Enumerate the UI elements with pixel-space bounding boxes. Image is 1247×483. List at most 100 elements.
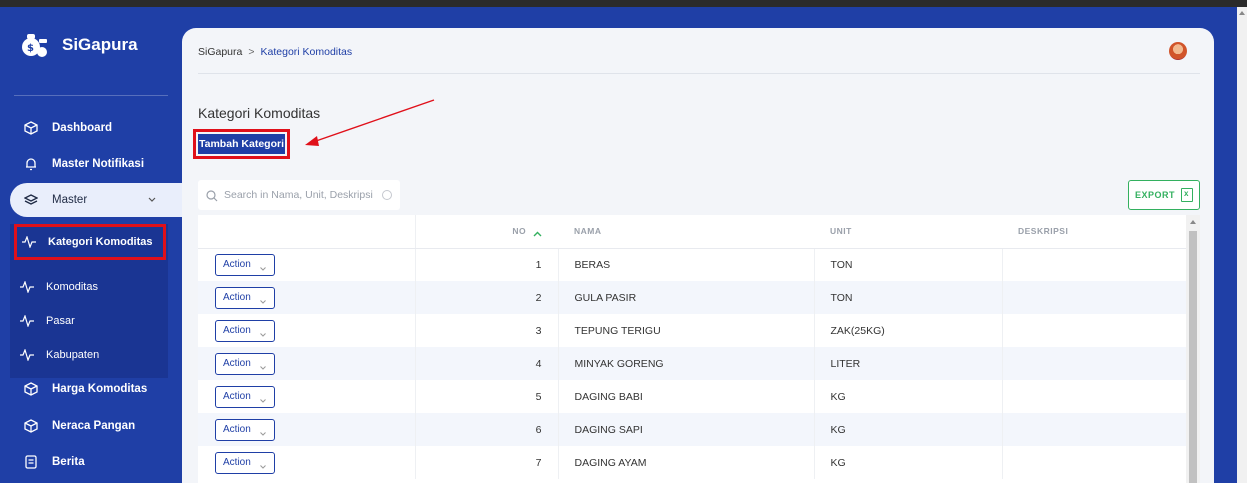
- column-header-action: [198, 215, 416, 249]
- action-cell: Action: [198, 413, 416, 446]
- breadcrumb-current[interactable]: Kategori Komoditas: [261, 46, 353, 58]
- action-label: Action: [223, 358, 251, 369]
- cell-nama: GULA PASIR: [558, 281, 815, 314]
- data-table: NO NAMA UNIT DESKRIPSI Action 1 BERAS TO…: [198, 215, 1200, 483]
- cell-nama: TEPUNG TERIGU: [558, 314, 815, 347]
- sidebar-item-label: Neraca Pangan: [52, 420, 136, 432]
- export-button[interactable]: EXPORT x: [1128, 180, 1200, 210]
- cell-nama: MINYAK GORENG: [558, 347, 815, 380]
- header-divider: [198, 73, 1200, 74]
- cell-unit: TON: [814, 281, 1003, 314]
- cube-icon: [24, 121, 38, 135]
- layers-icon: [23, 193, 39, 207]
- sidebar-subitem-pasar[interactable]: Pasar: [20, 310, 75, 332]
- avatar[interactable]: [1169, 42, 1187, 60]
- cell-nama: BERAS: [558, 248, 815, 281]
- action-dropdown-button[interactable]: Action: [215, 352, 275, 375]
- cell-deskripsi: [1002, 413, 1186, 446]
- cell-unit: KG: [814, 446, 1003, 479]
- search-box[interactable]: [198, 180, 400, 210]
- main-content: SiGapura > Kategori Komoditas Kategori K…: [182, 28, 1214, 483]
- sort-ascending-icon[interactable]: [533, 229, 542, 237]
- column-header-nama[interactable]: NAMA: [558, 215, 814, 249]
- sidebar-item-harga-komoditas[interactable]: Harga Komoditas: [24, 378, 147, 400]
- cell-no: 4: [415, 347, 559, 380]
- action-dropdown-button[interactable]: Action: [215, 418, 275, 441]
- sidebar-subitem-komoditas[interactable]: Komoditas: [20, 276, 98, 298]
- action-label: Action: [223, 325, 251, 336]
- sidebar-item-label: Harga Komoditas: [52, 383, 148, 395]
- sidebar-item-neraca-pangan[interactable]: Neraca Pangan: [24, 415, 135, 437]
- add-category-button[interactable]: Tambah Kategori: [198, 134, 285, 154]
- cell-deskripsi: [1002, 281, 1186, 314]
- cell-unit: TON: [814, 248, 1003, 281]
- action-cell: Action: [198, 281, 416, 314]
- clear-search-icon[interactable]: [382, 190, 392, 200]
- cell-no: 6: [415, 413, 559, 446]
- scroll-up-arrow-icon[interactable]: [1190, 220, 1196, 224]
- bell-icon: [24, 157, 38, 171]
- sidebar-item-dashboard[interactable]: Dashboard: [24, 117, 112, 139]
- cell-deskripsi: [1002, 380, 1186, 413]
- column-header-unit[interactable]: UNIT: [814, 215, 1002, 249]
- money-bag-logo-icon: $: [20, 30, 50, 60]
- action-dropdown-button[interactable]: Action: [215, 385, 275, 408]
- table-row: Action 2 GULA PASIR TON: [198, 281, 1186, 314]
- cell-deskripsi: [1002, 314, 1186, 347]
- table-scrollbar[interactable]: [1186, 215, 1200, 483]
- action-cell: Action: [198, 347, 416, 380]
- breadcrumb-root[interactable]: SiGapura: [198, 46, 242, 58]
- sidebar-item-master-notifikasi[interactable]: Master Notifikasi: [24, 153, 144, 175]
- cell-nama: DAGING BABI: [558, 380, 815, 413]
- sidebar-item-label: Master Notifikasi: [52, 158, 145, 170]
- activity-icon: [20, 280, 34, 294]
- cell-no: 1: [415, 248, 559, 281]
- document-icon: [24, 455, 38, 469]
- page-scrollbar[interactable]: [1237, 7, 1247, 483]
- search-icon: [206, 189, 218, 202]
- table-row: Action 4 MINYAK GORENG LITER: [198, 347, 1186, 380]
- cell-unit: LITER: [814, 347, 1003, 380]
- chevron-down-icon: [260, 461, 266, 472]
- chevron-down-icon: [148, 194, 156, 206]
- cube-icon: [24, 382, 38, 396]
- chevron-down-icon: [260, 395, 266, 406]
- breadcrumb: SiGapura > Kategori Komoditas: [198, 46, 352, 58]
- column-header-no[interactable]: NO: [415, 215, 558, 249]
- brand[interactable]: $ SiGapura: [20, 27, 138, 63]
- chevron-down-icon: [260, 263, 266, 274]
- activity-icon: [22, 235, 36, 249]
- sidebar-subitem-kabupaten[interactable]: Kabupaten: [20, 344, 99, 366]
- column-header-deskripsi[interactable]: DESKRIPSI: [1002, 215, 1186, 249]
- breadcrumb-separator: >: [248, 46, 255, 58]
- scroll-up-arrow-icon[interactable]: [1239, 11, 1245, 15]
- scrollbar-thumb[interactable]: [1189, 231, 1197, 483]
- sidebar-subitem-label: Pasar: [46, 315, 75, 327]
- table-row: Action 1 BERAS TON: [198, 248, 1186, 281]
- action-dropdown-button[interactable]: Action: [215, 286, 275, 309]
- sidebar-item-berita[interactable]: Berita: [24, 451, 85, 473]
- action-cell: Action: [198, 314, 416, 347]
- action-dropdown-button[interactable]: Action: [215, 253, 275, 276]
- sidebar-item-label: Dashboard: [52, 122, 113, 134]
- action-dropdown-button[interactable]: Action: [215, 319, 275, 342]
- sidebar-subitem-kategori-komoditas[interactable]: Kategori Komoditas: [14, 224, 166, 260]
- export-label: EXPORT: [1134, 190, 1175, 200]
- sidebar-item-master[interactable]: Master: [10, 183, 182, 217]
- action-label: Action: [223, 259, 251, 271]
- cell-no: 3: [415, 314, 559, 347]
- action-dropdown-button[interactable]: Action: [215, 451, 275, 474]
- chevron-down-icon: [260, 296, 266, 307]
- cell-unit: KG: [814, 413, 1003, 446]
- chevron-down-icon: [260, 362, 266, 373]
- sidebar-item-label: Berita: [52, 456, 85, 468]
- excel-file-icon: x: [1181, 188, 1193, 202]
- page-title: Kategori Komoditas: [198, 105, 321, 121]
- cell-deskripsi: [1002, 248, 1186, 281]
- table-row: Action 3 TEPUNG TERIGU ZAK(25KG): [198, 314, 1186, 347]
- action-cell: Action: [198, 248, 416, 281]
- action-label: Action: [223, 457, 251, 468]
- search-input[interactable]: [224, 189, 384, 201]
- sidebar-subitem-label: Komoditas: [46, 281, 98, 293]
- activity-icon: [20, 348, 34, 362]
